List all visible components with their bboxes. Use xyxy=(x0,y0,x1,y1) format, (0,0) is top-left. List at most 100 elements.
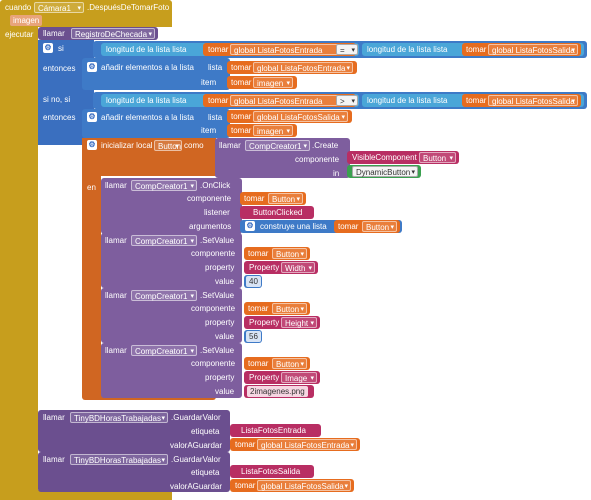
setvalue-method: .SetValue xyxy=(200,291,235,300)
event-do-label: ejecutar xyxy=(5,30,34,39)
componente-label: componente xyxy=(191,359,236,368)
item-label: item xyxy=(201,126,217,135)
get-label: tomar xyxy=(235,440,256,449)
get-label: tomar xyxy=(231,112,252,121)
var-dropdown[interactable]: global ListaFotosEntrada xyxy=(230,95,353,107)
gear-icon[interactable]: ⚙ xyxy=(87,140,97,150)
local-as-label: como xyxy=(184,141,204,150)
get-label: tomar xyxy=(208,96,229,105)
tinydb-method: .GuardarValor xyxy=(171,413,221,422)
compcreator-dropdown[interactable]: CompCreator1 xyxy=(131,345,197,357)
button-dropdown[interactable]: Button xyxy=(272,248,307,260)
number-value[interactable]: 56 xyxy=(246,331,261,342)
lista-label: lista xyxy=(208,113,223,122)
tinydb-method: .GuardarValor xyxy=(171,455,221,464)
value-label: value xyxy=(215,277,235,286)
gear-icon[interactable]: ⚙ xyxy=(87,112,97,122)
argumentos-label: argumentos xyxy=(189,222,232,231)
then2-label: entonces xyxy=(43,113,76,122)
imagen-dropdown[interactable]: imagen xyxy=(253,125,293,137)
tinydb-dropdown[interactable]: TinyBDHorasTrabajadas xyxy=(70,454,168,466)
button-dropdown[interactable]: Button xyxy=(272,358,307,370)
image-text[interactable]: 2imagenes.png xyxy=(247,386,308,397)
get-label: tomar xyxy=(248,359,269,368)
camera-dropdown[interactable]: Cámara1 xyxy=(34,2,84,14)
property-label: property xyxy=(205,318,235,327)
visible-label: VisibleComponent xyxy=(352,153,417,162)
dynamic-dropdown[interactable]: DynamicButton xyxy=(352,166,418,178)
property-dropdown[interactable]: Image xyxy=(281,372,317,384)
var-dropdown[interactable]: global ListaFotosSalida xyxy=(488,95,578,107)
property-dropdown[interactable]: Height xyxy=(281,317,317,329)
local-init-label: inicializar local xyxy=(101,141,153,150)
call-label: llamar xyxy=(105,181,127,190)
onclick-method: .OnClick xyxy=(200,181,231,190)
call-label: llamar xyxy=(219,141,241,150)
get-label: tomar xyxy=(235,481,256,490)
tag-text[interactable]: ListaFotosSalida xyxy=(238,466,303,477)
visible-dropdown[interactable]: Button xyxy=(419,152,456,164)
compcreator-dropdown[interactable]: CompCreator1 xyxy=(131,290,197,302)
number-value[interactable]: 40 xyxy=(246,276,261,287)
if-label: si xyxy=(58,44,64,53)
op-eq-dropdown[interactable]: = xyxy=(336,44,358,56)
compcreator-dropdown[interactable]: CompCreator1 xyxy=(131,235,197,247)
item-label: item xyxy=(201,78,217,87)
var-dropdown[interactable]: global ListaFotosSalida xyxy=(253,111,348,123)
event-when-label: cuando xyxy=(5,3,32,12)
get-label: tomar xyxy=(248,304,269,313)
add-items-label: añadir elementos a la lista xyxy=(101,113,194,122)
setvalue-method: .SetValue xyxy=(200,236,235,245)
store-label: valorAGuardar xyxy=(170,441,223,450)
elseif-label: si no, si xyxy=(43,95,71,104)
var-dropdown[interactable]: global ListaFotosSalida xyxy=(488,44,578,56)
value-label: value xyxy=(215,332,235,341)
componente-label: componente xyxy=(295,155,340,164)
get-label: tomar xyxy=(248,249,269,258)
call-label: llamar xyxy=(105,291,127,300)
event-name: .DespuésDeTomarFoto xyxy=(87,3,170,12)
property-label: property xyxy=(205,263,235,272)
local-name-field[interactable]: Button xyxy=(154,140,182,152)
call-label: llamar xyxy=(105,346,127,355)
tinydb-dropdown[interactable]: TinyBDHorasTrabajadas xyxy=(70,412,168,424)
button-dropdown[interactable]: Button xyxy=(272,303,307,315)
call-label: llamar xyxy=(105,236,127,245)
property-dropdown[interactable]: Width xyxy=(281,262,315,274)
get-label: tomar xyxy=(231,63,252,72)
gear-icon[interactable]: ⚙ xyxy=(245,221,255,231)
imagen-dropdown[interactable]: imagen xyxy=(253,77,293,89)
get-label: tomar xyxy=(338,222,359,231)
componente-label: componente xyxy=(191,249,236,258)
gear-icon[interactable]: ⚙ xyxy=(43,43,53,53)
var-dropdown[interactable]: global ListaFotosEntrada xyxy=(253,62,353,74)
tag-text[interactable]: ListaFotosEntrada xyxy=(238,425,309,436)
gear-icon[interactable]: ⚙ xyxy=(87,62,97,72)
property-name: Property xyxy=(249,373,280,382)
value-label: value xyxy=(215,387,235,396)
in-label: in xyxy=(333,169,340,178)
var-dropdown[interactable]: global ListaFotosSalida xyxy=(257,480,351,492)
var-dropdown[interactable]: global ListaFotosEntrada xyxy=(230,44,353,56)
get-label: tomar xyxy=(466,96,487,105)
componente-label: componente xyxy=(187,194,232,203)
listener-label: listener xyxy=(204,208,230,217)
tag-label: etiqueta xyxy=(191,427,220,436)
get-label: tomar xyxy=(244,194,265,203)
op-gt-dropdown[interactable]: > xyxy=(336,95,358,107)
button-dropdown[interactable]: Button xyxy=(268,193,303,205)
button-dropdown[interactable]: Button xyxy=(362,221,397,233)
var-dropdown[interactable]: global ListaFotosEntrada xyxy=(257,439,357,451)
add-items-label: añadir elementos a la lista xyxy=(101,63,194,72)
listener-text[interactable]: ButtonClicked xyxy=(250,207,305,218)
property-label: property xyxy=(205,373,235,382)
compcreator-dropdown[interactable]: CompCreator1 xyxy=(245,140,310,152)
proc-dropdown[interactable]: RegistroDeChecada xyxy=(71,28,155,40)
property-name: Property xyxy=(249,318,280,327)
compcreator-dropdown[interactable]: CompCreator1 xyxy=(131,180,197,192)
lista-label: lista xyxy=(208,63,223,72)
store-label: valorAGuardar xyxy=(170,482,223,491)
param-imagen[interactable]: imagen xyxy=(10,15,43,26)
length-label: longitud de la lista lista xyxy=(106,96,187,105)
then-label: entonces xyxy=(43,64,76,73)
